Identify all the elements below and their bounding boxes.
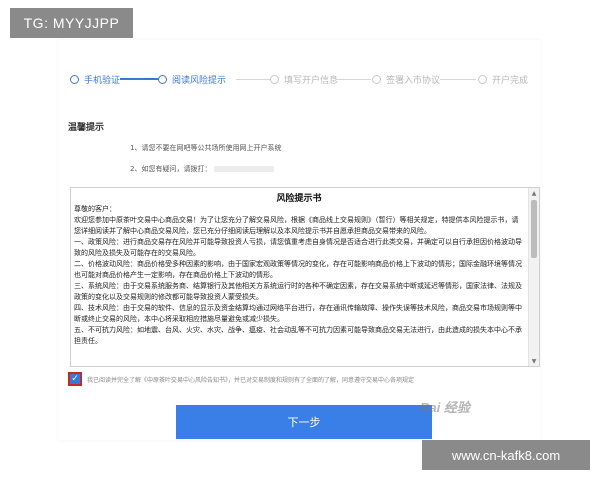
step-circle-icon [70, 75, 79, 84]
risk-title: 风险提示书 [276, 194, 322, 204]
tip-item: 2、如您有疑问，请拨打： [130, 164, 275, 174]
agree-text: 我已阅读并完全了解《中原茶叶交易中心风险告知书》，并已对交易制度和规则有了全面的… [87, 376, 415, 384]
risk-scrollbar[interactable]: ▲ ▼ [528, 188, 539, 366]
next-step-button[interactable]: 下一步 [176, 405, 432, 439]
scroll-up-icon[interactable]: ▲ [529, 188, 539, 198]
risk-disclosure-box[interactable]: 风险提示书 尊敬的客户： 欢迎您参加中原茶叶交易中心商品交易！为了让您充分了解交… [70, 187, 540, 367]
step-phone-verify: 手机验证 [70, 73, 120, 86]
step-circle-icon [270, 75, 279, 84]
step-circle-icon [372, 75, 381, 84]
risk-text: 尊敬的客户： 欢迎您参加中原茶叶交易中心商品交易！为了让您充分了解交易风险，根据… [74, 205, 522, 345]
step-connector [335, 79, 371, 80]
step-circle-icon [158, 75, 167, 84]
step-connector [440, 79, 476, 80]
scroll-down-icon[interactable]: ▼ [529, 356, 539, 366]
baidu-watermark: Bai 经验 [420, 400, 470, 415]
progress-steps: 手机验证 阅读风险提示 填写开户信息 签署入市协议 开户完成 [58, 70, 540, 90]
redacted-phone [214, 166, 275, 172]
tip-item: 1、请您不要在网吧等公共场所使用网上开户系统 [130, 144, 282, 152]
agree-checkbox[interactable]: ✓ [68, 372, 82, 386]
step-circle-icon [478, 75, 487, 84]
account-opening-panel: 手机验证 阅读风险提示 填写开户信息 签署入市协议 开户完成 温馨提示 1、请您… [58, 40, 540, 440]
step-complete: 开户完成 [478, 73, 528, 86]
url-badge: www.cn-kafk8.com [422, 440, 590, 470]
scroll-thumb[interactable] [531, 200, 537, 258]
step-fill-info: 填写开户信息 [270, 73, 338, 86]
step-connector [120, 78, 158, 80]
tips-title: 温馨提示 [68, 123, 105, 133]
step-read-risk: 阅读风险提示 [158, 73, 226, 86]
step-sign-agreement: 签署入市协议 [372, 73, 440, 86]
agree-row: ✓ 我已阅读并完全了解《中原茶叶交易中心风险告知书》，并已对交易制度和规则有了全… [68, 372, 414, 386]
tg-badge: TG: MYYJJPP [10, 8, 133, 38]
